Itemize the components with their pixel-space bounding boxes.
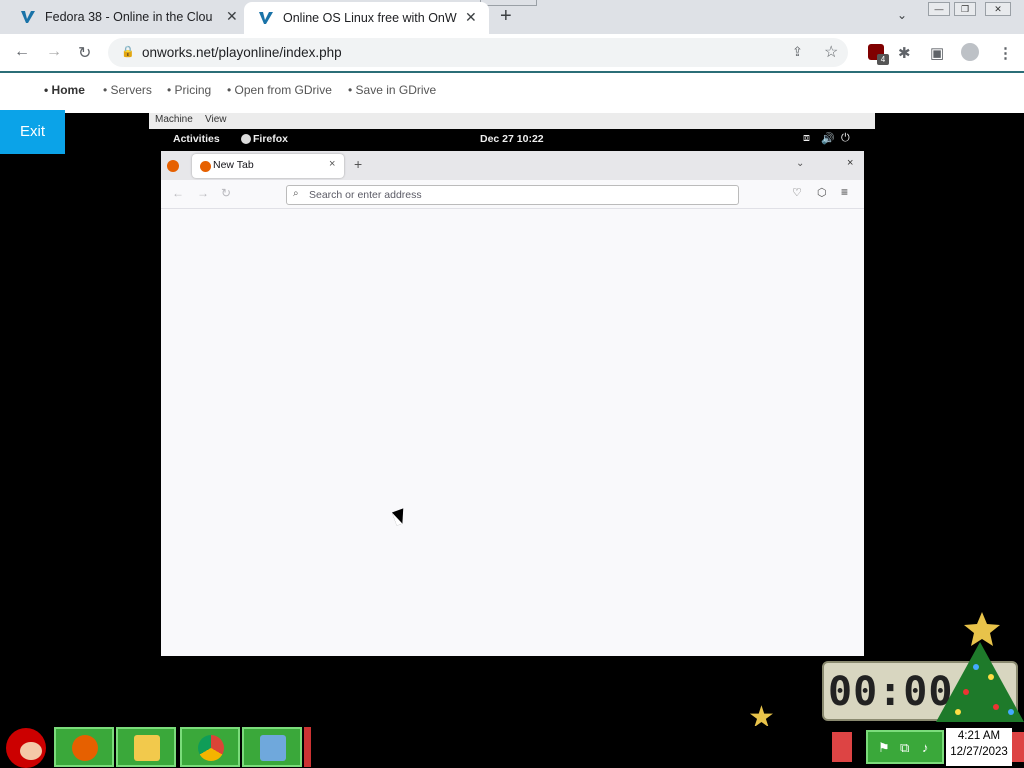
firefox-tab-strip: New Tab × + ⌄ ×	[161, 151, 864, 180]
nav-save-gdrive-link[interactable]: • Save in GDrive	[348, 83, 436, 97]
firefox-view-icon[interactable]	[167, 160, 179, 172]
tab-title: Fedora 38 - Online in the Cloud	[45, 10, 213, 24]
site-nav: • Home • Servers • Pricing • Open from G…	[0, 73, 1024, 113]
power-icon[interactable]: ⏻	[841, 132, 850, 145]
tab-close-button[interactable]: ✕	[226, 8, 238, 25]
santa-face	[20, 742, 42, 760]
nav-servers-link[interactable]: • Servers	[103, 83, 152, 97]
reload-button[interactable]: ↻	[78, 43, 91, 63]
share-icon[interactable]: ⇪	[792, 44, 803, 60]
firefox-back-button[interactable]: ←	[172, 186, 184, 200]
gnome-clock[interactable]: Dec 27 10:22	[480, 133, 544, 145]
taskbar-separator	[304, 727, 311, 767]
vm-menu-view[interactable]: View	[205, 114, 227, 125]
tab-close-button[interactable]: ✕	[465, 9, 477, 26]
activities-button[interactable]: Activities	[173, 133, 220, 145]
tab-fedora[interactable]: Fedora 38 - Online in the Cloud ✕	[0, 0, 248, 34]
back-button[interactable]: ←	[14, 43, 30, 61]
network-settings-icon	[260, 735, 286, 761]
extension-badge: 4	[877, 54, 889, 65]
santa-start-icon[interactable]	[6, 728, 46, 768]
forward-button[interactable]: →	[46, 43, 62, 61]
pocket-icon[interactable]: ♡	[792, 186, 802, 199]
taskbar: ⚑ ⧉ ♪ 4:21 AM 12/27/2023	[0, 726, 1024, 768]
firefox-address-bar[interactable]: ⌕ Search or enter address	[286, 185, 739, 205]
nav-home-link[interactable]: • Home	[44, 83, 85, 97]
lock-icon[interactable]: 🔒	[121, 45, 135, 58]
minimize-button[interactable]: —	[928, 2, 950, 16]
bookmark-star-icon[interactable]: ☆	[824, 42, 838, 62]
firefox-tab-title: New Tab	[213, 159, 254, 171]
url-text[interactable]: onworks.net/playonline/index.php	[142, 45, 342, 60]
nav-pricing-link[interactable]: • Pricing	[167, 83, 211, 97]
extensions-puzzle-icon[interactable]: ✱	[898, 44, 911, 62]
vm-menu-machine[interactable]: Machine	[155, 114, 193, 125]
firefox-app-icon	[241, 134, 251, 144]
onworks-favicon-icon	[259, 12, 273, 24]
tray-network-icon[interactable]: ⧉	[900, 740, 909, 756]
new-tab-button[interactable]: +	[500, 5, 512, 28]
vm-menubar: Machine View	[149, 113, 875, 129]
firefox-url-placeholder[interactable]: Search or enter address	[309, 189, 422, 201]
search-icon: ⌕	[293, 188, 299, 199]
app-menu-firefox[interactable]: Firefox	[253, 133, 288, 145]
firefox-window: New Tab × + ⌄ × ← → ↻ ⌕ Search or enter …	[161, 151, 864, 656]
nav-open-gdrive-link[interactable]: • Open from GDrive	[227, 83, 332, 97]
browser-tab-bar: Fedora 38 - Online in the Cloud ✕ Online…	[0, 0, 1024, 34]
chrome-icon	[198, 735, 224, 761]
firefox-nav-bar: ← → ↻ ⌕ Search or enter address ♡ ⬡ ≡	[161, 180, 864, 209]
onworks-favicon-icon	[21, 11, 35, 23]
tab-onworks-active[interactable]: Online OS Linux free with OnWorks ✕	[244, 2, 489, 34]
side-panel-icon[interactable]: ▣	[930, 44, 944, 62]
file-manager-icon	[134, 735, 160, 761]
firefox-tab-close-button[interactable]: ×	[329, 158, 335, 170]
show-desktop-button[interactable]	[1012, 732, 1024, 762]
tab-search-chevron-icon[interactable]: ⌄	[897, 8, 907, 22]
firefox-content-area[interactable]	[161, 210, 864, 656]
clock-date: 12/27/2023	[950, 746, 1008, 758]
firefox-menu-icon[interactable]: ≡	[841, 185, 848, 199]
tab-title: Online OS Linux free with OnWorks	[283, 11, 457, 25]
clock-time: 4:21 AM	[957, 730, 1001, 742]
address-bar[interactable]: 🔒 onworks.net/playonline/index.php ⇪ ☆	[108, 38, 848, 67]
taskbar-network-button[interactable]	[242, 727, 302, 767]
taskbar-files-button[interactable]	[116, 727, 176, 767]
gnome-top-bar: Activities Firefox Dec 27 10:22 ⧈ 🔊 ⏻	[149, 129, 875, 151]
network-icon[interactable]: ⧈	[803, 132, 810, 145]
system-tray: ⚑ ⧉ ♪	[866, 730, 944, 764]
taskbar-chrome-button[interactable]	[180, 727, 240, 767]
firefox-forward-button[interactable]: →	[197, 186, 209, 200]
christmas-tree-icon	[936, 612, 1024, 722]
browser-toolbar: ← → ↻ 🔒 onworks.net/playonline/index.php…	[0, 34, 1024, 71]
action-center-flag-icon[interactable]: ⚑	[878, 740, 890, 756]
volume-icon[interactable]: 🔊	[821, 132, 835, 145]
firefox-list-tabs-icon[interactable]: ⌄	[796, 158, 804, 169]
firefox-icon	[72, 735, 98, 761]
firefox-extensions-icon[interactable]: ⬡	[817, 186, 827, 199]
firefox-reload-button[interactable]: ↻	[221, 186, 231, 200]
browser-menu-icon[interactable]: ⋮	[998, 44, 1013, 62]
firefox-close-button[interactable]: ×	[847, 157, 853, 169]
firefox-new-tab-button[interactable]: +	[354, 156, 362, 172]
system-clock[interactable]: 4:21 AM 12/27/2023	[946, 728, 1012, 766]
tray-edge	[832, 732, 852, 762]
restore-button[interactable]: ❐	[954, 2, 976, 16]
close-window-button[interactable]: ✕	[985, 2, 1011, 16]
tray-volume-icon[interactable]: ♪	[922, 740, 929, 755]
taskbar-firefox-button[interactable]	[54, 727, 114, 767]
exit-button[interactable]: Exit	[0, 110, 65, 154]
firefox-tab-icon	[200, 161, 211, 172]
firefox-tab-new-tab[interactable]: New Tab ×	[192, 154, 344, 178]
profile-avatar[interactable]	[961, 43, 979, 61]
